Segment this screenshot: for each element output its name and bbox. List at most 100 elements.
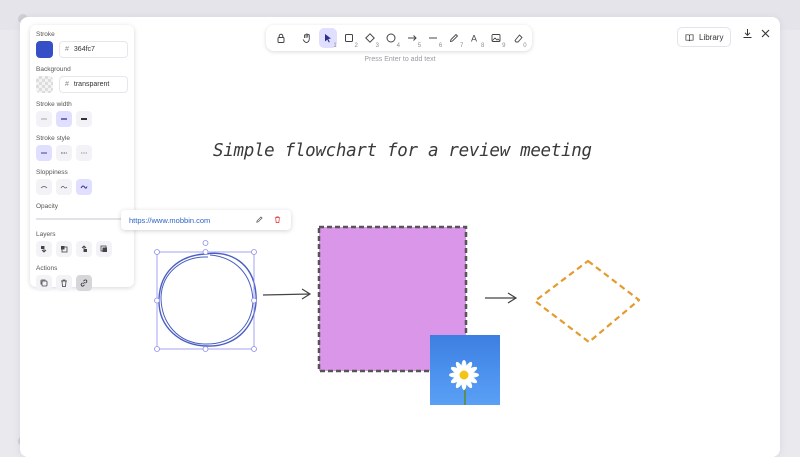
image-icon <box>491 34 501 42</box>
bring-forward-icon <box>81 245 87 252</box>
dashed-line-icon <box>61 152 67 154</box>
stroke-style-dashed[interactable] <box>56 145 72 161</box>
opacity-slider-fill <box>36 218 128 220</box>
tool-shortcut: 8 <box>481 43 485 49</box>
resize-handle <box>251 346 257 352</box>
resize-handle <box>251 249 257 255</box>
background-hex-input[interactable]: # transparent <box>59 76 128 93</box>
resize-handle <box>154 297 160 304</box>
pointer-icon <box>324 34 331 43</box>
remove-link-button[interactable] <box>273 215 283 225</box>
stroke-width-thin[interactable] <box>36 111 52 127</box>
image-tool[interactable]: 9 <box>487 28 506 49</box>
line-icon <box>429 37 438 39</box>
send-to-back-button[interactable] <box>36 241 52 257</box>
ellipse-tool[interactable]: 4 <box>382 28 400 49</box>
resize-handle <box>202 346 209 352</box>
line-tool[interactable]: 6 <box>424 28 442 49</box>
stroke-hex-input[interactable]: # 364fc7 <box>59 41 128 58</box>
link-icon <box>80 279 88 287</box>
rough-curve-icon <box>80 185 88 189</box>
diamond-shape[interactable] <box>533 259 641 344</box>
resize-handle <box>202 249 209 255</box>
background-label: Background <box>36 66 71 73</box>
link-button[interactable] <box>76 275 92 291</box>
pencil-icon <box>256 216 263 223</box>
close-button[interactable] <box>758 26 772 40</box>
sloppiness-artist[interactable] <box>56 179 72 195</box>
tool-shortcut: 3 <box>375 43 379 49</box>
stroke-width-extra-bold[interactable] <box>76 111 92 127</box>
hand-tool[interactable] <box>298 28 316 48</box>
smooth-curve-icon <box>40 186 48 189</box>
stroke-style-label: Stroke style <box>36 135 70 142</box>
svg-text:A: A <box>471 34 477 44</box>
thin-line-icon <box>41 118 47 120</box>
resize-handle <box>251 297 257 304</box>
tool-shortcut: 9 <box>502 43 506 49</box>
arrow-shape[interactable] <box>485 292 518 304</box>
close-icon <box>761 29 769 37</box>
stroke-color-swatch[interactable] <box>36 41 53 58</box>
stroke-style-solid[interactable] <box>36 145 52 161</box>
daisy-image[interactable] <box>430 335 500 405</box>
main-toolbar: 1 2 3 4 5 6 7 A 8 9 0 <box>266 25 532 51</box>
bring-to-front-button[interactable] <box>96 241 112 257</box>
toolbar-hint: Press Enter to add text <box>364 56 436 63</box>
solid-line-icon <box>41 152 47 154</box>
bring-forward-button[interactable] <box>76 241 92 257</box>
library-button[interactable]: Library <box>677 27 732 47</box>
arrow-tool[interactable]: 5 <box>403 28 421 49</box>
bold-line-icon <box>61 118 67 120</box>
extra-bold-line-icon <box>81 118 87 120</box>
tool-shortcut: 7 <box>459 43 464 49</box>
trash-icon <box>61 279 67 287</box>
draw-tool[interactable]: 7 <box>445 28 464 49</box>
lock-icon <box>277 33 285 43</box>
duplicate-button[interactable] <box>36 275 52 291</box>
eraser-tool[interactable]: 0 <box>508 28 527 49</box>
stroke-label: Stroke <box>36 31 55 38</box>
sloppiness-architect[interactable] <box>36 179 52 195</box>
diamond-icon <box>364 33 375 43</box>
layers-label: Layers <box>36 231 56 238</box>
rotate-handle <box>202 240 209 246</box>
link-url[interactable]: https://www.mobbin.com <box>129 216 247 225</box>
download-button[interactable] <box>740 26 754 40</box>
lock-tool[interactable] <box>272 28 290 48</box>
arrow-right-icon <box>408 35 417 41</box>
rectangle-tool[interactable]: 2 <box>340 28 358 49</box>
tool-shortcut: 2 <box>354 43 358 49</box>
text-tool[interactable]: A 8 <box>466 28 485 50</box>
ellipse-shape[interactable] <box>158 252 257 347</box>
send-backward-icon <box>61 246 68 253</box>
background-hex-value: transparent <box>73 81 110 88</box>
stroke-width-bold[interactable] <box>56 111 72 127</box>
sloppiness-cartoonist[interactable] <box>76 179 92 195</box>
bring-to-front-icon <box>100 245 107 252</box>
stroke-style-dotted[interactable] <box>76 145 92 161</box>
stroke-hex-value: 364fc7 <box>73 46 95 53</box>
arrow-shape[interactable] <box>262 288 312 300</box>
canvas-shapes <box>154 225 641 373</box>
dotted-line-icon <box>81 152 87 154</box>
send-backward-button[interactable] <box>56 241 72 257</box>
background-color-swatch[interactable] <box>36 76 53 93</box>
library-label: Library <box>699 32 724 42</box>
send-to-back-icon <box>41 246 47 253</box>
pencil-icon <box>450 33 459 43</box>
properties-panel: Stroke # 364fc7 Background # transparent… <box>30 25 134 291</box>
actions-label: Actions <box>36 265 58 272</box>
copy-icon <box>40 279 48 287</box>
drawing-canvas[interactable]: Simple flowchart for a review meeting <box>20 17 780 457</box>
opacity-slider[interactable] <box>36 213 133 225</box>
stroke-width-label: Stroke width <box>36 101 72 108</box>
delete-button[interactable] <box>56 275 72 291</box>
book-icon <box>685 33 694 41</box>
selection-tool[interactable]: 1 <box>318 28 337 49</box>
edit-link-button[interactable] <box>255 215 265 225</box>
link-popover: https://www.mobbin.com <box>121 210 291 230</box>
tool-shortcut: 4 <box>396 43 400 49</box>
diamond-tool[interactable]: 3 <box>361 28 379 49</box>
hand-icon <box>302 33 310 43</box>
